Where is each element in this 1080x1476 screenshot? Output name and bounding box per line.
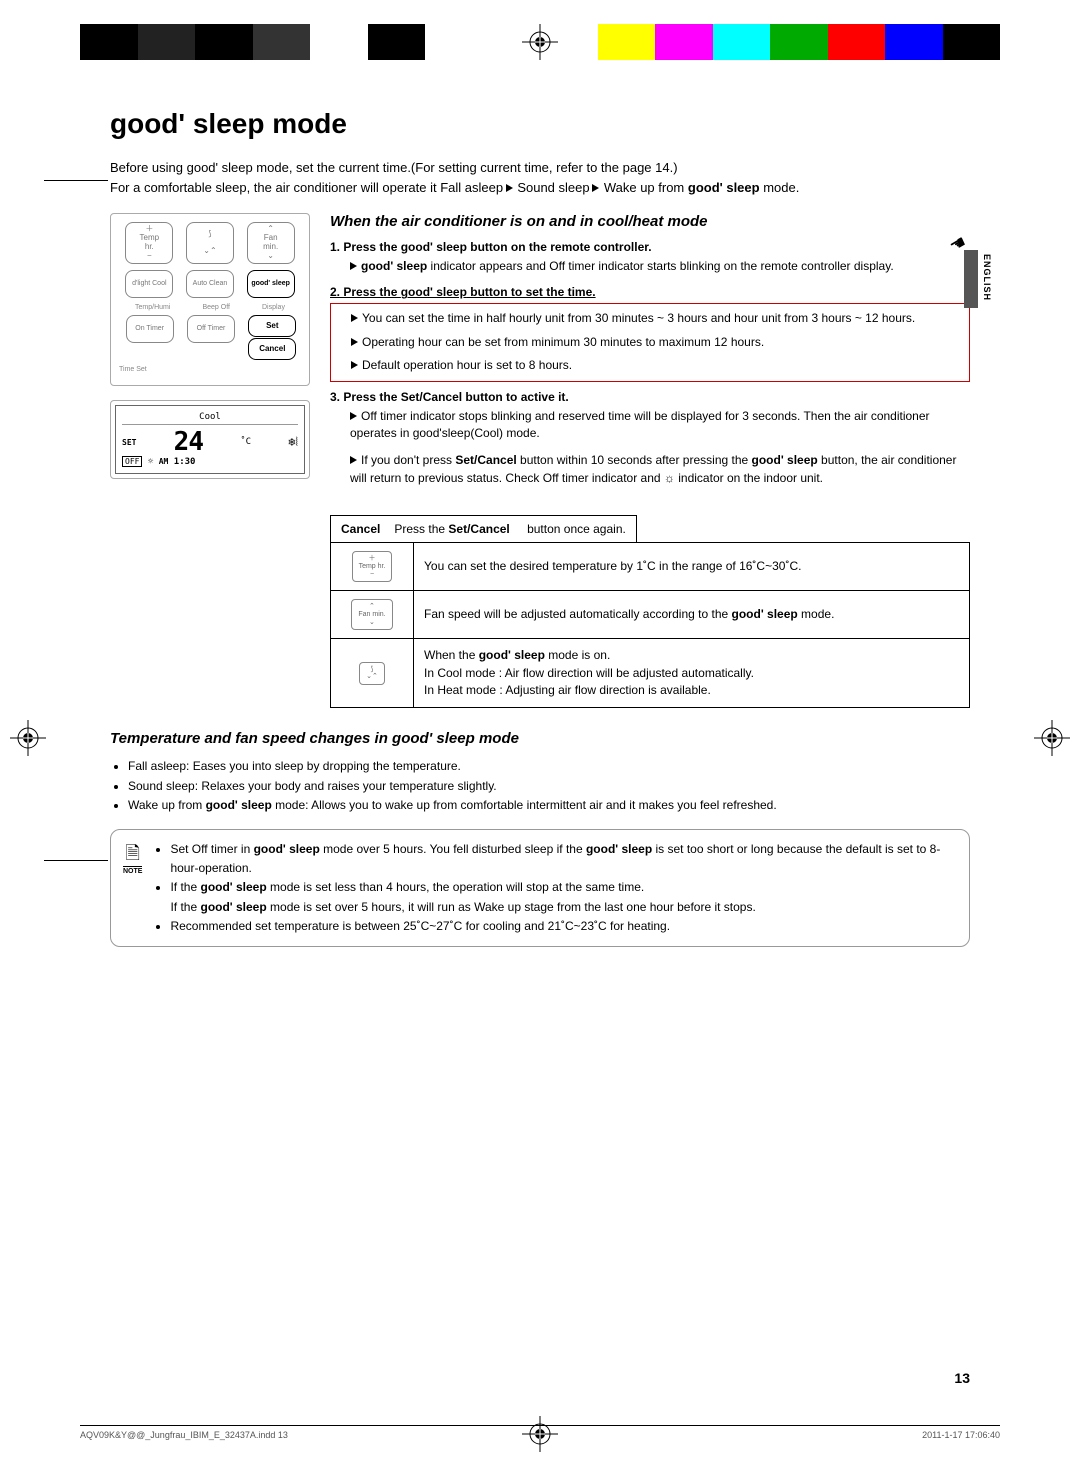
fan-button: ⌃Fanmin.⌄ [247, 222, 295, 264]
airflow-icon: ⟆⌄⌃ [359, 662, 385, 685]
cancel-button: Cancel [248, 338, 296, 360]
fan-icon: ⌃Fan min.⌄ [351, 599, 392, 630]
step-2: 2. Press the good' sleep button to set t… [330, 285, 970, 299]
temp-icon: ＋Temp hr.− [352, 551, 393, 582]
registration-mark-icon [522, 24, 558, 60]
info-table: ＋Temp hr.− You can set the desired tempe… [330, 542, 970, 708]
offtimer-button: Off Timer [187, 315, 235, 343]
intro-text: Before using good' sleep mode, set the c… [110, 158, 970, 197]
highlighted-box: You can set the time in half hourly unit… [330, 303, 970, 381]
page: ENGLISH good' sleep mode Before using go… [0, 0, 1080, 1476]
temp-button: ＋Temphr.− [125, 222, 173, 264]
dlight-button: d'light Cool [125, 270, 173, 298]
language-tab: ENGLISH [978, 248, 992, 307]
page-title: good' sleep mode [110, 108, 970, 140]
bullet-list: Fall asleep: Eases you into sleep by dro… [110, 757, 970, 815]
set-button: Set [248, 315, 296, 337]
section-heading: When the air conditioner is on and in co… [330, 213, 970, 230]
crop-mark [44, 180, 108, 181]
airflow-button: ⟆⌄⌃ [186, 222, 234, 264]
content-area: ENGLISH good' sleep mode Before using go… [110, 108, 970, 1386]
table-row: ⌃Fan min.⌄ Fan speed will be adjusted au… [331, 591, 970, 639]
table-row: ＋Temp hr.− You can set the desired tempe… [331, 543, 970, 591]
ontimer-button: On Timer [126, 315, 174, 343]
note-icon: 🗎NOTE [123, 840, 142, 936]
lcd-display: Cool SET 24 ˚C ❄⦚ OFF ☼ AM 1:30 [115, 405, 305, 474]
autoclean-button: Auto Clean [186, 270, 234, 298]
crop-mark [44, 860, 108, 861]
language-marker [964, 250, 978, 308]
instructions-column: When the air conditioner is on and in co… [330, 213, 970, 708]
step-3: 3. Press the Set/Cancel button to active… [330, 390, 970, 404]
remote-illustration: ＋Temphr.− ⟆⌄⌃ ⌃Fanmin.⌄ d'light Cool Aut… [110, 213, 310, 708]
registration-mark-icon [1034, 720, 1070, 756]
step-1: 1. Press the good' sleep button on the r… [330, 240, 970, 254]
registration-mark-icon [10, 720, 46, 756]
section-heading-2: Temperature and fan speed changes in goo… [110, 730, 970, 747]
note-box: 🗎NOTE Set Off timer in good' sleep mode … [110, 829, 970, 947]
page-number: 13 [954, 1370, 970, 1386]
print-footer: AQV09K&Y@@_Jungfrau_IBIM_E_32437A.indd 1… [80, 1425, 1000, 1440]
table-row: ⟆⌄⌃ When the good' sleep mode is on.In C… [331, 639, 970, 708]
goodsleep-button: good' sleep [247, 270, 295, 298]
cancel-box: CancelPress the Set/Cancel button once a… [330, 515, 637, 543]
